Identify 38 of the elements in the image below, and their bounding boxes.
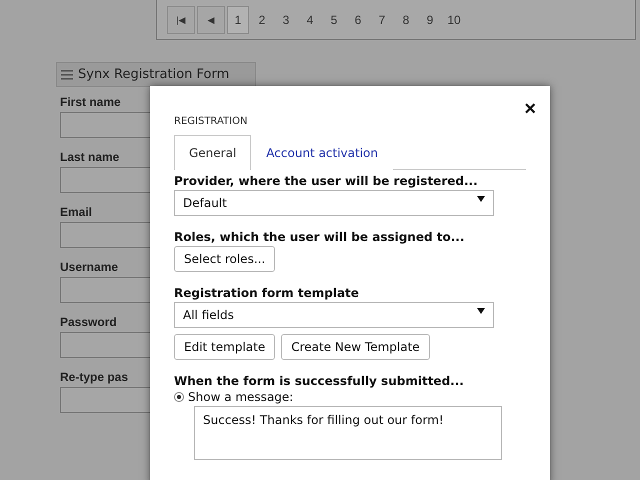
tab[interactable]: General [174, 135, 252, 170]
menu-icon[interactable] [61, 70, 73, 80]
field-label: Last name [60, 150, 120, 164]
page-number[interactable]: 4 [299, 6, 321, 34]
page-number[interactable]: 8 [395, 6, 417, 34]
caret-icon [477, 196, 485, 202]
radio-button[interactable] [174, 392, 184, 402]
close-button[interactable]: × [524, 98, 536, 121]
field-label: First name [60, 95, 121, 109]
page-number[interactable]: 5 [323, 6, 345, 34]
page-number[interactable]: 3 [275, 6, 297, 34]
page-number[interactable]: 2 [251, 6, 273, 34]
field-label: Re-type pas [60, 370, 128, 384]
template-button[interactable]: Create New Template [281, 334, 430, 360]
field-label: Username [60, 260, 118, 274]
message-field[interactable]: Success! Thanks for filling out our form! [194, 406, 502, 460]
field-label: Email [60, 205, 92, 219]
dialog-heading: REGISTRATION [174, 116, 248, 127]
provider-select[interactable]: Default [174, 190, 494, 216]
template-select[interactable]: All fields [174, 302, 494, 328]
radio-label: Show a message: [188, 390, 294, 404]
template-button[interactable]: Edit template [174, 334, 276, 360]
page-number[interactable]: 6 [347, 6, 369, 34]
field-label: Registration form template [174, 286, 359, 300]
page-number[interactable]: 1 [227, 6, 249, 34]
field-label: Password [60, 315, 117, 329]
page-number[interactable]: 7 [371, 6, 393, 34]
page-number[interactable]: 9 [419, 6, 441, 34]
field-label: When the form is successfully submitted... [174, 374, 464, 388]
tab[interactable]: Account activation [251, 135, 393, 170]
caret-icon [477, 308, 485, 314]
previous-page-button[interactable]: ◀ [197, 6, 225, 34]
field-label: Provider, where the user will be registered... [174, 174, 478, 188]
page-number[interactable]: 10 [443, 6, 465, 34]
select-roles-button[interactable]: Select roles... [174, 246, 276, 272]
form-title: Synx Registration Form [78, 67, 230, 82]
field-label: Roles, which the user will be assigned to... [174, 230, 464, 244]
first-page-button[interactable]: |◀ [167, 6, 195, 34]
